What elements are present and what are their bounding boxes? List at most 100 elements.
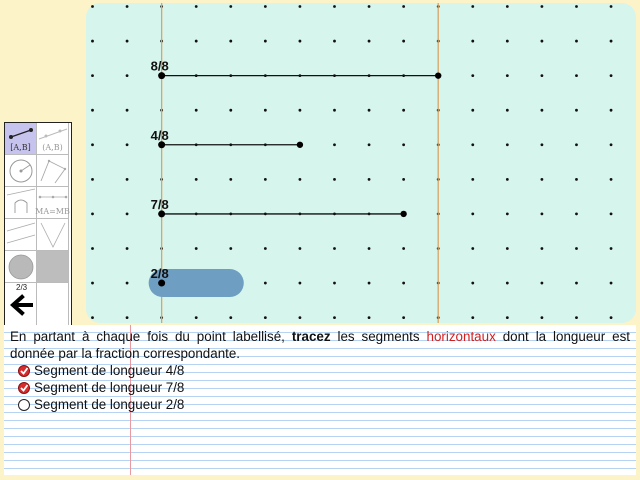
color-tool[interactable]	[5, 251, 37, 283]
empty-tool-slot	[37, 283, 69, 329]
grid-dot	[91, 74, 94, 78]
grid-dot	[298, 247, 302, 250]
angle-tool[interactable]	[37, 219, 69, 251]
tool-palette: [A,B] (A,B) MA=MB 2/3	[4, 122, 72, 332]
grid-dot	[333, 281, 336, 285]
parallel-tool-icon	[6, 222, 36, 244]
instruction-bold: tracez	[291, 329, 331, 344]
line-tool[interactable]: (A,B)	[37, 123, 69, 155]
perpendicular-tool-icon	[6, 188, 36, 213]
fraction-label: 7/8	[151, 197, 169, 212]
grid-dot	[575, 177, 578, 181]
grid-dot	[91, 5, 94, 8]
grid-dot	[609, 177, 613, 181]
grid-dot	[367, 39, 371, 43]
grid-dot	[471, 5, 475, 8]
grid-dot	[505, 74, 509, 78]
grid-dot	[91, 108, 94, 112]
grid-dot	[229, 108, 233, 112]
grid-dot	[91, 143, 94, 147]
grid-dot	[91, 39, 94, 43]
instruction-text: En partant à chaque fois du point labell…	[10, 328, 630, 362]
grid-dot	[540, 212, 544, 216]
grid-dot	[402, 39, 406, 43]
grid-dot	[540, 316, 544, 320]
grid-dot	[229, 5, 233, 8]
grid-dot	[263, 39, 267, 43]
grid-dot	[333, 108, 336, 112]
grid-dot	[333, 5, 336, 8]
parallel-tool[interactable]	[5, 219, 37, 251]
instruction-part1: En partant à chaque fois du point labell…	[10, 329, 292, 344]
grid-dot	[125, 39, 129, 43]
back-button[interactable]: 2/3	[5, 283, 37, 329]
grid-dot	[609, 212, 613, 216]
task-item: Segment de longueur 4/8	[18, 362, 184, 379]
grid-dot	[298, 39, 302, 43]
midpoint-tool-icon	[38, 195, 68, 199]
check-empty-icon	[18, 398, 30, 411]
grid-dot	[575, 281, 578, 285]
grid-dot	[91, 281, 94, 285]
check-done-icon	[18, 381, 30, 394]
grid-dot	[471, 316, 475, 320]
grid-dot	[471, 212, 475, 216]
grid-dot	[402, 5, 406, 8]
grid-dot	[91, 316, 94, 320]
grid-dot	[125, 177, 129, 181]
grid-dot	[540, 247, 544, 250]
grid-dot	[609, 39, 613, 43]
task-item: Segment de longueur 2/8	[18, 396, 184, 413]
grid-dot	[471, 281, 475, 285]
grid-dot	[263, 316, 267, 320]
grid-dot	[575, 74, 578, 78]
grid-dot	[229, 316, 233, 320]
midpoint-tool[interactable]: MA=MB	[35, 187, 70, 219]
circle-tool[interactable]	[5, 155, 37, 187]
grid-dot	[505, 5, 509, 8]
grid-dot	[540, 281, 544, 285]
grid-dot	[125, 212, 129, 216]
grid-dot	[505, 177, 509, 181]
grid-dot	[333, 177, 336, 181]
grid-dot	[298, 281, 302, 285]
segment-tool[interactable]: [A,B]	[5, 123, 37, 155]
grid-dot	[609, 143, 613, 147]
grid-dot	[333, 316, 336, 320]
grid-dot	[263, 247, 267, 250]
geometry-canvas[interactable]: 8/8 4/8 7/8 2/8	[86, 3, 636, 323]
dot-grid[interactable]: 8/8 4/8 7/8 2/8	[86, 3, 636, 323]
grid-dot	[471, 39, 475, 43]
instruction-part2: les segments	[330, 329, 427, 344]
grid-dot	[125, 247, 129, 250]
grid-dot	[609, 74, 613, 78]
grid-dot	[125, 143, 129, 147]
grid-dot	[333, 247, 336, 250]
grid-dot	[505, 108, 509, 112]
grid-dot	[540, 5, 544, 8]
fill-tool[interactable]	[37, 251, 69, 283]
grid-dot	[367, 143, 371, 147]
grid-dot	[575, 108, 578, 112]
grid-dot	[263, 281, 267, 285]
grid-dot	[471, 108, 475, 112]
grid-dot	[367, 177, 371, 181]
grid-dot	[91, 212, 94, 216]
grid-dot	[471, 247, 475, 250]
grid-dot	[194, 39, 198, 43]
grid-dot	[471, 143, 475, 147]
grid-dot	[540, 108, 544, 112]
polygon-tool[interactable]	[37, 155, 69, 187]
perpendicular-tool[interactable]	[5, 187, 37, 219]
grid-dot	[575, 247, 578, 250]
angle-tool-icon	[40, 222, 66, 248]
grid-dot	[263, 5, 267, 8]
grid-dot	[505, 143, 509, 147]
polygon-tool-icon	[40, 159, 67, 184]
grid-dot	[505, 39, 509, 43]
segment-endpoint	[296, 141, 304, 148]
grid-dot	[125, 108, 129, 112]
grid-dot	[471, 74, 475, 78]
grid-dot	[333, 143, 336, 147]
segment-endpoint	[435, 72, 442, 79]
